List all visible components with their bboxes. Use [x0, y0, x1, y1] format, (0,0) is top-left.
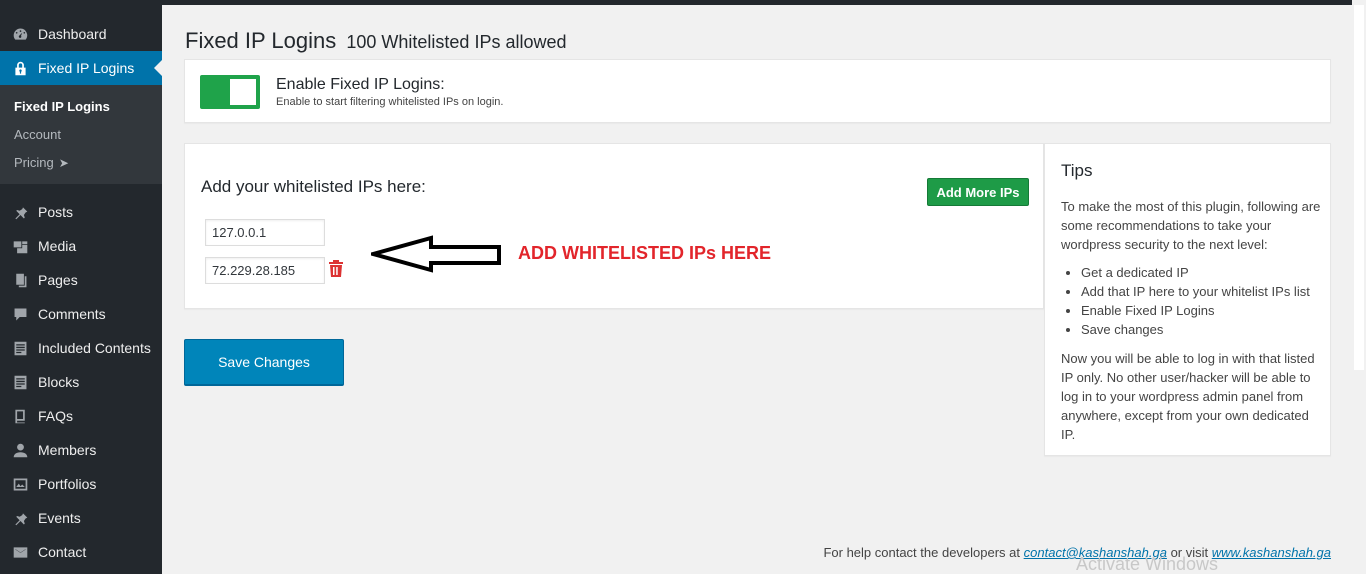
sidebar-item-label: Posts [38, 204, 74, 220]
toggle-knob [230, 79, 256, 105]
activate-windows-watermark: Activate Windows [1076, 554, 1219, 574]
pages-icon [10, 270, 30, 290]
website-link[interactable]: www.kashanshah.ga [1212, 545, 1331, 560]
whitelist-panel: Add your whitelisted IPs here: Add More … [184, 143, 1044, 309]
page-subtitle: 100 Whitelisted IPs allowed [346, 32, 567, 52]
sidebar-item-label: Media [38, 238, 77, 254]
sidebar-submenu: Fixed IP Logins Account Pricing ➤ [0, 85, 162, 184]
ip-input[interactable]: 127.0.0.1 [205, 219, 325, 246]
tips-intro: To make the most of this plugin, followi… [1061, 199, 1321, 252]
list-item: Get a dedicated IP [1081, 263, 1310, 282]
sidebar-item-faqs[interactable]: FAQs [0, 399, 162, 433]
annotation-text: ADD WHITELISTED IPs HERE [518, 243, 772, 263]
sidebar-item-label: FAQs [38, 408, 74, 424]
scrollbar-thumb[interactable] [1354, 5, 1364, 370]
sidebar-item-blocks[interactable]: Blocks [0, 365, 162, 399]
sidebar-item-label: Events [38, 510, 81, 526]
tips-title: Tips [1061, 161, 1093, 180]
list-item: Enable Fixed IP Logins [1081, 301, 1310, 320]
tips-panel: Tips To make the most of this plugin, fo… [1044, 143, 1331, 456]
sidebar-item-label: Fixed IP Logins [38, 60, 135, 76]
sidebar-item-included-contents[interactable]: Included Contents [0, 331, 162, 365]
sidebar-item-contact[interactable]: Contact [0, 535, 162, 569]
ip-input[interactable]: 72.229.28.185 [205, 257, 325, 284]
sidebar-item-label: Contact [38, 544, 87, 560]
submenu-item-fixed-ip-logins[interactable]: Fixed IP Logins [14, 99, 110, 114]
admin-sidebar: Dashboard Fixed IP Logins Fixed IP Login… [0, 0, 162, 574]
submenu-item-pricing[interactable]: Pricing ➤ [14, 155, 69, 170]
toggle-title: Enable Fixed IP Logins: [276, 76, 445, 93]
comment-icon [10, 304, 30, 324]
lock-icon [10, 58, 30, 78]
toggle-description: Enable to start filtering whitelisted IP… [276, 96, 504, 108]
pin-icon [10, 202, 30, 222]
book-icon [10, 406, 30, 426]
document-icon [10, 338, 30, 358]
sidebar-item-fixed-ip-logins[interactable]: Fixed IP Logins [0, 51, 162, 85]
pointer-arrow-icon [371, 235, 501, 273]
sidebar-item-label: Blocks [38, 374, 80, 390]
sidebar-item-events[interactable]: Events [0, 501, 162, 535]
sidebar-item-portfolios[interactable]: Portfolios [0, 467, 162, 501]
mail-icon [10, 542, 30, 562]
sidebar-item-label: Dashboard [38, 26, 107, 42]
arrow-right-icon: ➤ [58, 156, 69, 170]
whitelist-heading: Add your whitelisted IPs here: [201, 177, 426, 196]
media-icon [10, 236, 30, 256]
sidebar-item-dashboard[interactable]: Dashboard [0, 17, 162, 51]
tips-list: Get a dedicated IP Add that IP here to y… [1081, 263, 1310, 339]
tips-outro: Now you will be able to log in with that… [1061, 351, 1315, 442]
sidebar-item-label: Pages [38, 272, 78, 288]
user-icon [10, 440, 30, 460]
sidebar-item-comments[interactable]: Comments [0, 297, 162, 331]
trash-icon[interactable] [328, 259, 344, 277]
enable-toggle[interactable] [200, 75, 260, 109]
add-more-ips-button[interactable]: Add More IPs [927, 178, 1029, 206]
document-icon [10, 372, 30, 392]
sidebar-item-label: Comments [38, 306, 106, 322]
enable-panel: Enable Fixed IP Logins: Enable to start … [184, 59, 1331, 123]
list-item: Save changes [1081, 320, 1310, 339]
sidebar-item-members[interactable]: Members [0, 433, 162, 467]
save-changes-button[interactable]: Save Changes [184, 339, 344, 386]
pin-icon [10, 508, 30, 528]
page-title: Fixed IP Logins 100 Whitelisted IPs allo… [185, 28, 567, 53]
dashboard-icon [10, 24, 30, 44]
submenu-item-account[interactable]: Account [14, 127, 61, 142]
sidebar-item-media[interactable]: Media [0, 229, 162, 263]
sidebar-item-label: Members [38, 442, 97, 458]
sidebar-item-pages[interactable]: Pages [0, 263, 162, 297]
portfolio-icon [10, 474, 30, 494]
sidebar-item-posts[interactable]: Posts [0, 195, 162, 229]
sidebar-item-label: Included Contents [38, 340, 151, 356]
sidebar-item-label: Portfolios [38, 476, 97, 492]
list-item: Add that IP here to your whitelist IPs l… [1081, 282, 1310, 301]
top-strip [0, 0, 1366, 5]
